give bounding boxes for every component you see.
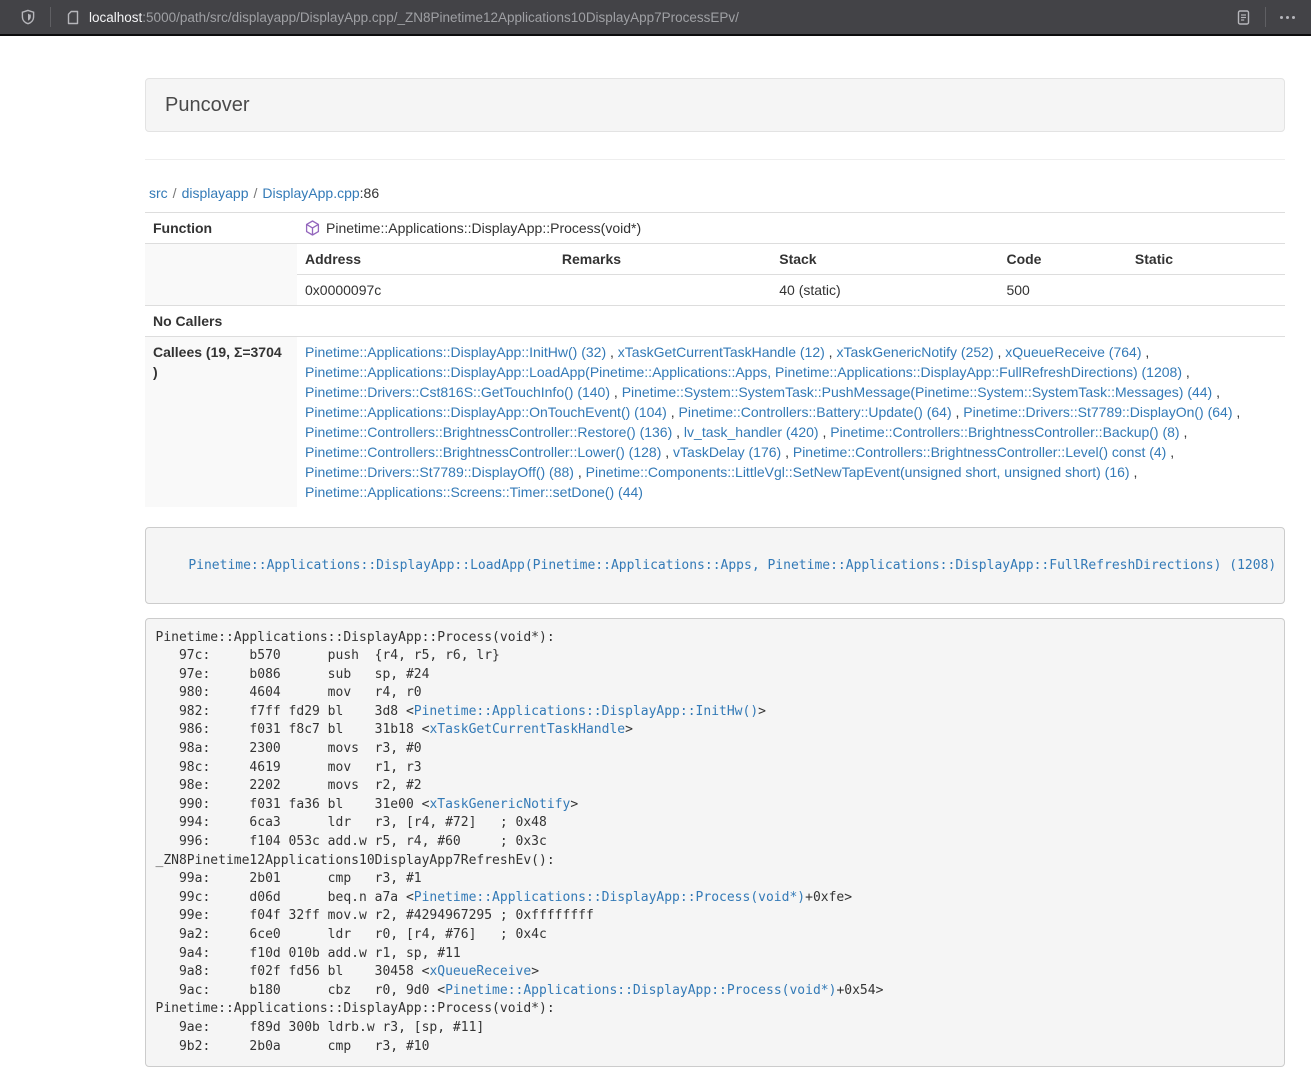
- callee-link[interactable]: Pinetime::Controllers::BrightnessControl…: [830, 424, 1179, 440]
- callee-link[interactable]: Pinetime::Controllers::Battery::Update()…: [679, 404, 952, 420]
- disassembly-block: Pinetime::Applications::DisplayApp::Proc…: [145, 618, 1285, 1067]
- static-value: [1127, 275, 1285, 306]
- callee-link[interactable]: Pinetime::Applications::Screens::Timer::…: [305, 484, 643, 500]
- asm-symbol-link[interactable]: Pinetime::Applications::DisplayApp::Proc…: [445, 983, 836, 998]
- details-value-row: 0x0000097c 40 (static) 500: [297, 275, 1285, 306]
- toolbar-bottom-border: [0, 34, 1311, 36]
- breadcrumb-line-number: :86: [360, 185, 379, 201]
- app-title: Puncover: [165, 93, 1265, 117]
- tracking-protection-shield-icon[interactable]: [14, 4, 42, 30]
- callee-link[interactable]: xQueueReceive (764): [1005, 344, 1141, 360]
- asm-symbol-link[interactable]: Pinetime::Applications::DisplayApp::Proc…: [414, 890, 805, 905]
- toolbar-separator: [50, 7, 51, 27]
- breadcrumb-link-file[interactable]: DisplayApp.cpp: [262, 185, 359, 201]
- page-container: Puncover src/displayapp/DisplayApp.cpp:8…: [145, 78, 1285, 1067]
- function-detail-table: Function Pinetime::Applications::Display…: [145, 212, 1285, 507]
- details-table: Address Remarks Stack Code Static 0x0000…: [297, 244, 1285, 305]
- toolbar-separator: [1265, 7, 1266, 27]
- breadcrumb: src/displayapp/DisplayApp.cpp:86: [149, 183, 1285, 203]
- breadcrumb-link-displayapp[interactable]: displayapp: [182, 185, 249, 201]
- breadcrumb-separator: /: [173, 185, 177, 201]
- url-bar[interactable]: localhost:5000/path/src/displayapp/Displ…: [89, 10, 1229, 25]
- page-icon[interactable]: [59, 4, 87, 30]
- no-callers-header: No Callers: [145, 306, 297, 337]
- callees-row: Callees (19, Σ=3704 ) Pinetime::Applicat…: [145, 337, 1285, 508]
- callee-link[interactable]: Pinetime::Controllers::BrightnessControl…: [305, 424, 672, 440]
- browser-toolbar: localhost:5000/path/src/displayapp/Displ…: [0, 0, 1311, 34]
- function-row-header: Function: [145, 213, 297, 244]
- more-menu-icon[interactable]: [1274, 16, 1301, 19]
- col-stack: Stack: [771, 244, 998, 275]
- function-details-row: Address Remarks Stack Code Static 0x0000…: [145, 244, 1285, 306]
- callees-header: Callees (19, Σ=3704 ): [145, 337, 297, 508]
- url-host: localhost: [89, 10, 142, 25]
- callee-link[interactable]: Pinetime::Controllers::BrightnessControl…: [793, 444, 1166, 460]
- stack-value: 40 (static): [771, 275, 998, 306]
- callee-link[interactable]: Pinetime::System::SystemTask::PushMessag…: [622, 384, 1213, 400]
- highlighted-callee-box: Pinetime::Applications::DisplayApp::Load…: [145, 527, 1285, 604]
- highlighted-callee-link[interactable]: Pinetime::Applications::DisplayApp::Load…: [188, 558, 1276, 573]
- asm-symbol-link[interactable]: xQueueReceive: [429, 964, 531, 979]
- col-code: Code: [998, 244, 1126, 275]
- app-header: Puncover: [145, 78, 1285, 132]
- callee-link[interactable]: Pinetime::Drivers::St7789::DisplayOff() …: [305, 464, 574, 480]
- callee-link[interactable]: Pinetime::Drivers::Cst816S::GetTouchInfo…: [305, 384, 610, 400]
- breadcrumb-link-src[interactable]: src: [149, 185, 168, 201]
- callee-link[interactable]: Pinetime::Applications::DisplayApp::Load…: [305, 364, 1182, 380]
- address-value: 0x0000097c: [297, 275, 554, 306]
- function-row: Function Pinetime::Applications::Display…: [145, 213, 1285, 244]
- callee-link[interactable]: Pinetime::Applications::DisplayApp::Init…: [305, 344, 606, 360]
- breadcrumb-separator: /: [254, 185, 258, 201]
- function-name: Pinetime::Applications::DisplayApp::Proc…: [326, 218, 641, 238]
- callee-link[interactable]: Pinetime::Components::LittleVgl::SetNewT…: [586, 464, 1130, 480]
- callee-link[interactable]: Pinetime::Drivers::St7789::DisplayOn() (…: [963, 404, 1232, 420]
- callee-link[interactable]: xTaskGetCurrentTaskHandle (12): [618, 344, 825, 360]
- callees-list: Pinetime::Applications::DisplayApp::Init…: [297, 337, 1285, 508]
- remarks-value: [554, 275, 771, 306]
- callee-link[interactable]: vTaskDelay (176): [673, 444, 781, 460]
- asm-symbol-link[interactable]: xTaskGenericNotify: [429, 797, 570, 812]
- col-remarks: Remarks: [554, 244, 771, 275]
- no-callers-cell: [297, 306, 1285, 337]
- code-value: 500: [998, 275, 1126, 306]
- callee-link[interactable]: xTaskGenericNotify (252): [836, 344, 993, 360]
- url-path: :5000/path/src/displayapp/DisplayApp.cpp…: [142, 10, 739, 25]
- asm-symbol-link[interactable]: xTaskGetCurrentTaskHandle: [429, 722, 625, 737]
- details-row-header-empty: [145, 244, 297, 306]
- function-name-cell: Pinetime::Applications::DisplayApp::Proc…: [297, 213, 1285, 244]
- divider: [145, 159, 1285, 160]
- callee-link[interactable]: Pinetime::Applications::DisplayApp::OnTo…: [305, 404, 667, 420]
- asm-symbol-link[interactable]: Pinetime::Applications::DisplayApp::Init…: [414, 704, 758, 719]
- function-cube-icon: [305, 220, 320, 236]
- col-address: Address: [297, 244, 554, 275]
- no-callers-row: No Callers: [145, 306, 1285, 337]
- col-static: Static: [1127, 244, 1285, 275]
- callee-link[interactable]: Pinetime::Controllers::BrightnessControl…: [305, 444, 661, 460]
- callee-link[interactable]: lv_task_handler (420): [684, 424, 819, 440]
- details-cell: Address Remarks Stack Code Static 0x0000…: [297, 244, 1285, 306]
- reader-view-icon[interactable]: [1229, 4, 1257, 30]
